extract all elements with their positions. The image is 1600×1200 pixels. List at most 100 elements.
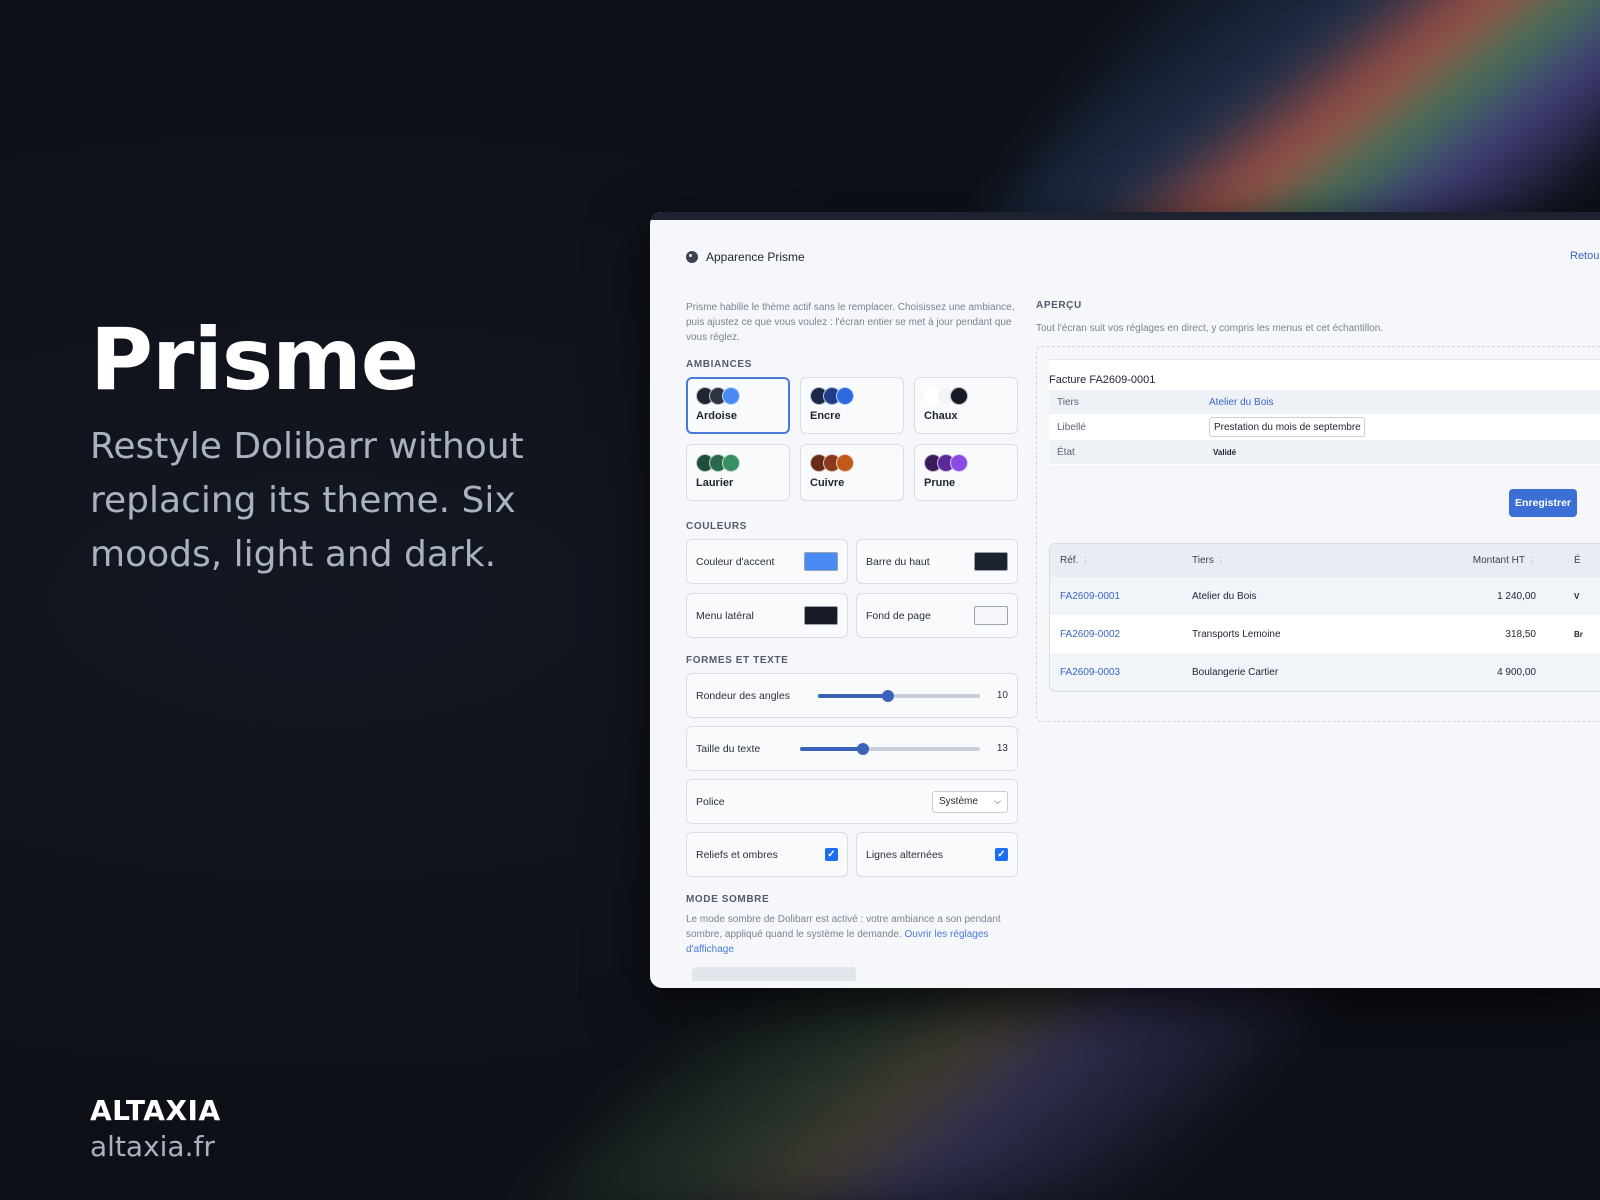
column-label: Montant HT — [1472, 555, 1525, 566]
reliefs-setting: Reliefs et ombres ✓ — [686, 832, 848, 877]
tiers-link[interactable]: Atelier du Bois — [1209, 397, 1273, 408]
field-key: Tiers — [1057, 396, 1079, 408]
text-size-slider[interactable] — [800, 742, 980, 755]
mood-card-prune[interactable]: Prune — [914, 444, 1018, 501]
invoice-title: Facture FA2609-0001 — [1049, 374, 1156, 386]
radius-slider[interactable] — [818, 689, 980, 702]
column-label: Réf. — [1060, 555, 1079, 566]
app-top-bar — [650, 212, 1600, 220]
row-tiers: Boulangerie Cartier — [1192, 666, 1279, 678]
column-status[interactable]: É — [1536, 555, 1596, 566]
libelle-input[interactable]: Prestation du mois de septembre — [1209, 417, 1365, 437]
alt-rows-checkbox[interactable]: ✓ — [995, 848, 1008, 861]
column-ref[interactable]: Réf. ⋮ — [1050, 555, 1192, 566]
mood-dots — [696, 387, 780, 405]
font-select[interactable]: Système ⌵ — [932, 790, 1008, 813]
cut-off-button[interactable] — [692, 967, 856, 981]
font-setting: Police Système ⌵ — [686, 779, 1018, 824]
mood-card-encre[interactable]: Encre — [800, 377, 904, 434]
page-bg-color-picker[interactable] — [974, 606, 1008, 625]
mood-name: Cuivre — [810, 477, 845, 489]
slider-fill — [800, 746, 863, 751]
column-tiers[interactable]: Tiers ⋮ — [1192, 555, 1392, 566]
color-grid: Couleur d'accent Barre du haut Menu laté… — [686, 539, 1018, 638]
sidemenu-color-picker[interactable] — [804, 606, 838, 625]
dark-mode-note: Le mode sombre de Dolibarr est activé : … — [686, 912, 1018, 957]
font-select-value: Système — [939, 796, 978, 807]
accent-color-setting: Couleur d'accent — [686, 539, 848, 584]
radius-label: Rondeur des angles — [696, 689, 790, 702]
hero-title: Prisme — [90, 310, 419, 410]
color-dot — [836, 387, 854, 405]
brand-name: ALTAXIA — [90, 1094, 221, 1127]
sidemenu-color-setting: Menu latéral — [686, 593, 848, 638]
text-size-label: Taille du texte — [696, 742, 761, 755]
section-moods-label: AMBIANCES — [686, 359, 752, 370]
app-window: Apparence Prisme Retour Prisme habille l… — [650, 212, 1600, 988]
row-ref-link[interactable]: FA2609-0001 — [1050, 591, 1192, 602]
color-label: Barre du haut — [866, 555, 930, 568]
column-label: Tiers — [1192, 555, 1214, 566]
alt-rows-setting: Lignes alternées ✓ — [856, 832, 1018, 877]
color-dot — [836, 454, 854, 472]
mood-name: Ardoise — [696, 410, 737, 422]
slider-thumb[interactable] — [881, 689, 894, 702]
color-dot — [950, 454, 968, 472]
field-row-etat: État Validé — [1049, 440, 1600, 465]
reliefs-label: Reliefs et ombres — [696, 848, 778, 861]
table-row[interactable]: FA2609-0001 Atelier du Bois 1 240,00 V — [1050, 577, 1600, 615]
mood-card-chaux[interactable]: Chaux — [914, 377, 1018, 434]
field-key: Libellé — [1057, 421, 1086, 433]
mood-card-ardoise[interactable]: Ardoise — [686, 377, 790, 434]
mood-name: Laurier — [696, 477, 734, 489]
row-status: Br — [1574, 629, 1583, 639]
column-amount[interactable]: Montant HT ⋮ — [1392, 555, 1536, 566]
section-dark-label: MODE SOMBRE — [686, 894, 770, 905]
mood-card-laurier[interactable]: Laurier — [686, 444, 790, 501]
radius-setting: Rondeur des angles 10 — [686, 673, 1018, 718]
preview-column: APERÇU Tout l'écran suit vos réglages en… — [1036, 300, 1600, 722]
table-row[interactable]: FA2609-0003 Boulangerie Cartier 4 900,00 — [1050, 653, 1600, 691]
field-key: État — [1057, 446, 1075, 458]
color-dot — [950, 387, 968, 405]
back-link[interactable]: Retour — [1570, 250, 1600, 262]
table-row[interactable]: FA2609-0002 Transports Lemoine 318,50 Br — [1050, 615, 1600, 653]
row-tiers: Atelier du Bois — [1192, 590, 1257, 602]
row-ref-link[interactable]: FA2609-0003 — [1050, 667, 1192, 678]
field-row-libelle: Libellé Prestation du mois de septembre — [1049, 415, 1600, 440]
sort-icon: ⋮ — [1216, 556, 1225, 565]
row-amount: 1 240,00 — [1497, 590, 1536, 602]
palette-icon — [686, 251, 698, 263]
slider-thumb[interactable] — [857, 742, 869, 755]
reliefs-checkbox[interactable]: ✓ — [825, 848, 838, 861]
page-title: Apparence Prisme — [706, 250, 805, 264]
field-row-tiers: Tiers Atelier du Bois — [1049, 390, 1600, 415]
text-size-setting: Taille du texte 13 — [686, 726, 1018, 771]
color-dot — [722, 387, 740, 405]
mood-name: Chaux — [924, 410, 958, 422]
topbar-color-picker[interactable] — [974, 552, 1008, 571]
mood-name: Encre — [810, 410, 841, 422]
alt-rows-label: Lignes alternées — [866, 848, 944, 861]
preview-sample: Facture FA2609-0001 Tiers Atelier du Boi… — [1036, 346, 1600, 722]
toggle-grid: Reliefs et ombres ✓ Lignes alternées ✓ — [686, 832, 1018, 877]
row-amount: 4 900,00 — [1497, 666, 1536, 678]
row-ref-link[interactable]: FA2609-0002 — [1050, 629, 1192, 640]
topbar-color-setting: Barre du haut — [856, 539, 1018, 584]
row-amount: 318,50 — [1505, 628, 1536, 640]
color-label: Fond de page — [866, 609, 931, 622]
mood-card-cuivre[interactable]: Cuivre — [800, 444, 904, 501]
mood-name: Prune — [924, 477, 956, 489]
invoice-card: Facture FA2609-0001 Tiers Atelier du Boi… — [1049, 359, 1600, 465]
text-size-value: 13 — [996, 743, 1008, 754]
mood-dots — [810, 454, 894, 472]
font-label: Police — [696, 795, 725, 808]
save-button[interactable]: Enregistrer — [1509, 489, 1577, 517]
page-header: Apparence Prisme — [686, 250, 805, 264]
mood-dots — [924, 454, 1008, 472]
mood-dots — [696, 454, 780, 472]
sort-icon: ⋮ — [1528, 556, 1536, 565]
accent-color-picker[interactable] — [804, 552, 838, 571]
mood-dots — [924, 387, 1008, 405]
color-dot — [722, 454, 740, 472]
